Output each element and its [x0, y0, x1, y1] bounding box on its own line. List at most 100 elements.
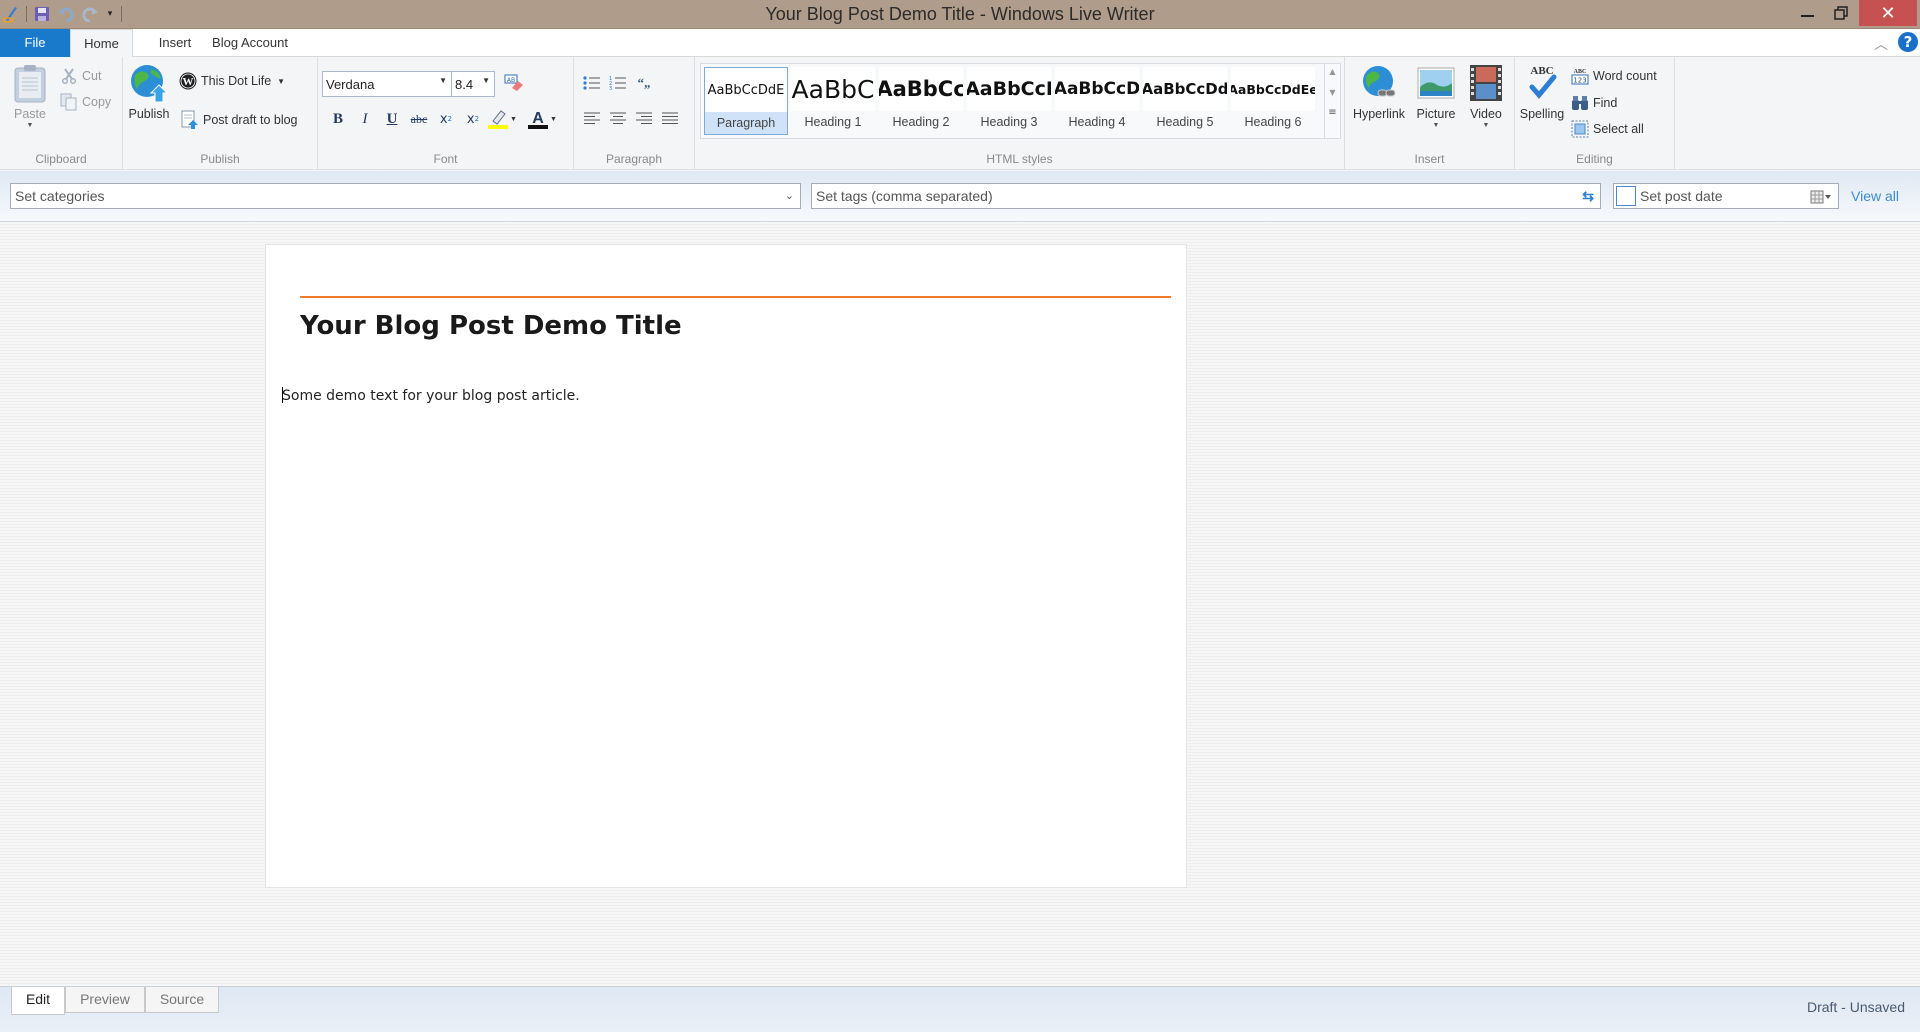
svg-text:ABC: ABC: [1574, 69, 1587, 75]
publish-button[interactable]: Publish: [127, 63, 171, 121]
strikethrough-button[interactable]: abc: [407, 107, 431, 131]
scroll-down-icon[interactable]: ▼: [1325, 88, 1340, 97]
align-left-icon: [584, 112, 600, 124]
style-heading-4[interactable]: AaBbCcD Heading 4: [1055, 67, 1139, 135]
numbered-list-button[interactable]: 123: [606, 71, 630, 95]
hyperlink-button[interactable]: Hyperlink: [1349, 63, 1409, 121]
style-heading-1[interactable]: AaBbC Heading 1: [791, 67, 875, 135]
tab-home[interactable]: Home: [70, 29, 133, 58]
post-title[interactable]: Your Blog Post Demo Title: [300, 311, 682, 341]
subscript-button[interactable]: x2: [434, 107, 458, 131]
justify-button[interactable]: [658, 107, 682, 131]
find-button[interactable]: Find: [1571, 92, 1617, 114]
blockquote-button[interactable]: “„: [632, 71, 656, 95]
post-body[interactable]: Some demo text for your blog post articl…: [282, 387, 580, 404]
view-tab-edit[interactable]: Edit: [11, 987, 65, 1015]
bullet-list-icon: [583, 76, 600, 90]
style-sample: AaBbCcDdE: [705, 68, 787, 112]
select-all-label: Select all: [1593, 122, 1644, 136]
chevron-down-icon: ▼: [1432, 122, 1440, 129]
superscript-button[interactable]: x2: [461, 107, 485, 131]
align-right-icon: [636, 112, 652, 124]
gallery-scrollbar[interactable]: ▲ ▼ ≡: [1325, 63, 1341, 139]
copy-button[interactable]: Copy: [60, 91, 111, 113]
blog-name: This Dot Life: [201, 74, 272, 88]
font-family-select[interactable]: Verdana ▼: [322, 71, 452, 97]
bullet-list-button[interactable]: [580, 71, 604, 95]
paste-dropdown-icon[interactable]: ▼: [8, 121, 52, 131]
view-tab-source[interactable]: Source: [145, 987, 219, 1013]
word-count-button[interactable]: ABC 123 Word count: [1571, 65, 1657, 87]
select-all-button[interactable]: Select all: [1571, 118, 1644, 140]
group-label-html-styles: HTML styles: [986, 152, 1053, 166]
style-heading-2[interactable]: AaBbCc Heading 2: [879, 67, 963, 135]
italic-button[interactable]: I: [353, 107, 377, 131]
style-heading-5[interactable]: AaBbCcDd Heading 5: [1143, 67, 1227, 135]
video-button[interactable]: Video ▼: [1463, 63, 1509, 131]
style-heading-3[interactable]: AaBbCcI Heading 3: [967, 67, 1051, 135]
chevron-down-icon: ▼: [482, 76, 490, 85]
scroll-up-icon[interactable]: ▲: [1325, 67, 1340, 76]
help-icon[interactable]: ?: [1898, 32, 1918, 52]
align-right-button[interactable]: [632, 107, 656, 131]
highlight-button[interactable]: ▼: [488, 107, 522, 131]
post-date-checkbox[interactable]: [1616, 186, 1636, 206]
binoculars-icon: [1571, 94, 1589, 112]
spelling-button[interactable]: ABC Spelling: [1519, 63, 1565, 121]
group-paragraph: 123 “„ Paragraph: [574, 57, 695, 170]
paste-icon: [10, 63, 50, 103]
align-left-button[interactable]: [580, 107, 604, 131]
tags-placeholder: Set tags (comma separated): [816, 188, 993, 204]
chevron-down-icon: ▼: [1482, 122, 1490, 129]
copy-icon: [60, 93, 78, 111]
restore-button[interactable]: [1824, 0, 1858, 26]
font-size-select[interactable]: 8.4 ▼: [451, 71, 495, 97]
video-label: Video: [1470, 107, 1502, 121]
find-label: Find: [1593, 96, 1618, 110]
justify-icon: [662, 112, 678, 124]
post-date-placeholder: Set post date: [1640, 188, 1723, 204]
font-color-button[interactable]: A ▼: [528, 107, 562, 131]
gallery-more-icon[interactable]: ≡: [1325, 107, 1340, 118]
svg-text:3: 3: [609, 86, 612, 90]
style-label: Heading 2: [892, 115, 950, 129]
picture-icon: [1416, 63, 1456, 103]
style-heading-6[interactable]: AaBbCcDdEe Heading 6: [1231, 67, 1315, 135]
align-center-button[interactable]: [606, 107, 630, 131]
hyperlink-icon: [1359, 63, 1399, 103]
group-label-clipboard: Clipboard: [35, 152, 87, 166]
post-draft-button[interactable]: Post draft to blog: [181, 109, 298, 131]
title-accent-rule: [300, 296, 1171, 298]
calendar-icon[interactable]: [1810, 189, 1832, 213]
style-label: Heading 5: [1156, 115, 1214, 129]
tab-insert[interactable]: Insert: [145, 29, 205, 57]
cut-button[interactable]: Cut: [60, 65, 101, 87]
collapse-ribbon-icon[interactable]: ︿: [1872, 34, 1890, 53]
close-button[interactable]: ✕: [1859, 0, 1917, 26]
refresh-tags-icon[interactable]: ⇆: [1582, 184, 1594, 208]
bold-button[interactable]: B: [326, 107, 350, 131]
style-paragraph[interactable]: AaBbCcDdE Paragraph: [704, 67, 788, 135]
wordpress-icon: W: [179, 72, 197, 90]
editor-page[interactable]: Your Blog Post Demo Title Some demo text…: [265, 244, 1187, 888]
tab-blog-account[interactable]: Blog Account: [205, 29, 295, 57]
tab-file[interactable]: File: [0, 29, 70, 57]
post-date-field[interactable]: Set post date: [1613, 183, 1839, 209]
blog-selector[interactable]: W This Dot Life ▼: [179, 70, 285, 92]
spelling-icon: ABC: [1522, 63, 1562, 103]
picture-button[interactable]: Picture ▼: [1411, 63, 1461, 131]
group-html-styles: AaBbCcDdE Paragraph AaBbC Heading 1 AaBb…: [695, 57, 1345, 170]
styles-gallery: AaBbCcDdE Paragraph AaBbC Heading 1 AaBb…: [700, 63, 1325, 139]
chevron-down-icon: ▼: [277, 76, 286, 86]
window-title: Your Blog Post Demo Title - Windows Live…: [765, 4, 1155, 24]
view-all-link[interactable]: View all: [1851, 188, 1899, 204]
underline-button[interactable]: U: [380, 107, 404, 131]
picture-label: Picture: [1416, 107, 1456, 121]
clear-formatting-button[interactable]: AB: [502, 71, 526, 95]
paste-button[interactable]: Paste ▼: [8, 63, 52, 131]
post-draft-icon: [181, 110, 199, 129]
view-tab-preview[interactable]: Preview: [65, 987, 145, 1013]
tags-input[interactable]: Set tags (comma separated) ⇆: [811, 183, 1601, 209]
categories-select[interactable]: Set categories ⌄: [10, 183, 801, 209]
minimize-button[interactable]: [1790, 0, 1824, 26]
